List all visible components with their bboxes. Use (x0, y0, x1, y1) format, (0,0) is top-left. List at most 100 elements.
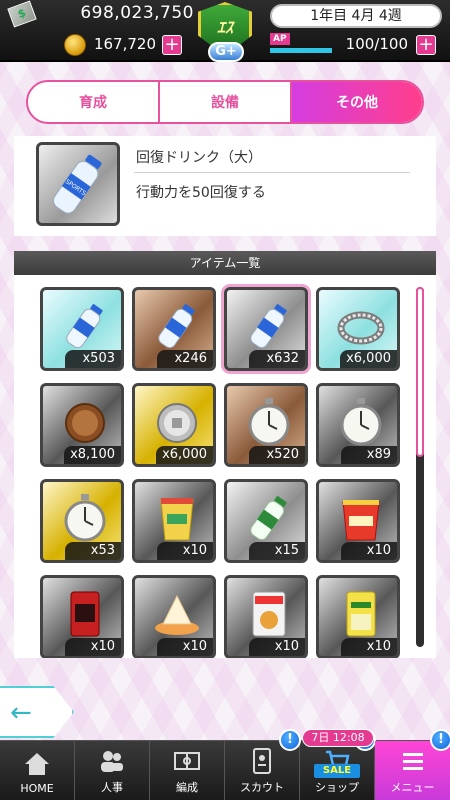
item-slot[interactable]: x632 (224, 287, 308, 371)
item-count: x246 (157, 350, 213, 368)
item-count: x10 (157, 542, 213, 560)
item-list-scrollbar[interactable] (416, 287, 424, 647)
notification-badge: ! (279, 729, 301, 751)
money-amount: 698,023,750 (80, 3, 194, 23)
item-slot[interactable]: x89 (316, 383, 400, 467)
green-bottle-icon (243, 492, 289, 541)
item-slot[interactable]: x10 (40, 575, 124, 658)
silver-coin-icon (151, 396, 197, 443)
people-icon (98, 747, 126, 775)
notification-badge: ! (430, 729, 450, 751)
item-count: x15 (249, 542, 305, 560)
money-bill-icon: $ (7, 0, 37, 28)
yellow-candy-bag-icon (335, 588, 381, 637)
ap-value: 100/100 (345, 35, 408, 53)
item-slot[interactable]: x10 (316, 479, 400, 563)
noodle-cup-icon (335, 492, 381, 541)
item-count: x8,100 (64, 446, 121, 464)
nav-formation[interactable]: 編成 (150, 741, 225, 800)
menu-icon (399, 747, 427, 775)
nav-label: スカウト (240, 781, 284, 794)
item-count: x503 (65, 350, 121, 368)
category-tabs: 育成 設備 その他 (26, 80, 424, 124)
item-slot[interactable]: x53 (40, 479, 124, 563)
team-emblem-text: ｴｽ (216, 18, 233, 37)
shop-sale-timer: 7日 12:08 (302, 729, 374, 747)
item-slot[interactable]: x6,000 (132, 383, 216, 467)
ap-gauge-fill (270, 48, 332, 53)
nav-menu[interactable]: メニュー! (375, 729, 450, 800)
add-ap-button[interactable]: + (416, 35, 436, 55)
item-slot[interactable]: x8,100 (40, 383, 124, 467)
ap-label: AP (270, 33, 290, 45)
tab-training[interactable]: 育成 (28, 82, 160, 122)
item-count: x6,000 (340, 350, 397, 368)
nav-label: HOME (20, 782, 54, 795)
bottom-navigation: HOME人事編成スカウト!ショップ!メニュー! (0, 729, 450, 800)
item-detail-name: 回復ドリンク（大） (136, 150, 262, 166)
snack-cup-icon (151, 492, 197, 541)
item-detail-panel: SPORTS 回復ドリンク（大） 行動力を50回復する (14, 136, 436, 236)
stopwatch-icon (335, 396, 382, 446)
team-emblem[interactable]: ｴｽ G+ (190, 0, 260, 70)
item-slot[interactable]: x6,000 (316, 287, 400, 371)
coin-icon (64, 34, 86, 56)
item-count: x6,000 (156, 446, 213, 464)
item-count: x53 (65, 542, 121, 560)
tab-facility[interactable]: 設備 (160, 82, 292, 122)
nav-label: 人事 (101, 781, 123, 794)
item-count: x10 (341, 638, 397, 656)
item-slot[interactable]: x10 (316, 575, 400, 658)
item-list-scroll-thumb[interactable] (416, 287, 424, 457)
item-slot[interactable]: x10 (132, 479, 216, 563)
home-icon (23, 750, 51, 778)
stopwatch-icon (243, 396, 290, 446)
nav-personnel[interactable]: 人事 (75, 741, 150, 800)
item-list-panel: x503 x246 x632 x6,000 x8,100 x6,000 x520 x89 x53… (14, 275, 436, 658)
item-slot[interactable]: x10 (132, 575, 216, 658)
item-count: x10 (341, 542, 397, 560)
item-slot[interactable]: x10 (224, 575, 308, 658)
tab-other[interactable]: その他 (292, 82, 422, 122)
item-count: x520 (249, 446, 305, 464)
item-list-header: アイテム一覧 (14, 251, 436, 275)
back-arrow-icon[interactable]: ← (10, 700, 32, 726)
item-detail-description: 行動力を50回復する (136, 185, 266, 201)
nav-label: ショップ (315, 781, 359, 794)
water-bottle-icon (243, 300, 289, 349)
ap-gauge (270, 48, 332, 53)
divider (134, 172, 410, 173)
item-slot[interactable]: x503 (40, 287, 124, 371)
candy-bag-icon (59, 588, 105, 637)
silver-ring-icon (335, 300, 385, 346)
item-slot[interactable]: x520 (224, 383, 308, 467)
item-grid: x503 x246 x632 x6,000 x8,100 x6,000 x520 x89 x53… (40, 287, 418, 658)
team-rank-badge: G+ (208, 42, 244, 62)
item-detail-thumbnail: SPORTS (36, 142, 120, 226)
bronze-coin-icon (59, 396, 105, 443)
nav-home[interactable]: HOME (0, 741, 75, 800)
item-slot[interactable]: x246 (132, 287, 216, 371)
nav-label: 編成 (176, 781, 198, 794)
snack-bag-icon (243, 588, 289, 637)
item-count: x89 (341, 446, 397, 464)
item-count: x10 (65, 638, 121, 656)
water-bottle-icon (151, 300, 197, 349)
status-bar: $ 698,023,750 167,720 + ｴｽ G+ 1年目 4月 4週 … (0, 0, 450, 62)
game-date: 1年目 4月 4週 (270, 4, 442, 28)
field-icon (173, 747, 201, 775)
water-bottle-icon: SPORTS (53, 154, 102, 214)
item-count: x10 (249, 638, 305, 656)
item-count: x10 (157, 638, 213, 656)
dessert-plate-icon (151, 588, 199, 635)
nav-label: メニュー (390, 781, 435, 794)
nav-scout[interactable]: スカウト! (225, 729, 301, 800)
scout-card-icon (248, 747, 276, 775)
stopwatch-icon (59, 492, 106, 542)
item-count: x632 (249, 350, 305, 368)
add-coins-button[interactable]: + (162, 35, 182, 55)
shop-sale-tag: SALE (314, 764, 360, 778)
item-slot[interactable]: x15 (224, 479, 308, 563)
water-bottle-icon (59, 300, 105, 349)
coin-amount: 167,720 (93, 35, 156, 53)
